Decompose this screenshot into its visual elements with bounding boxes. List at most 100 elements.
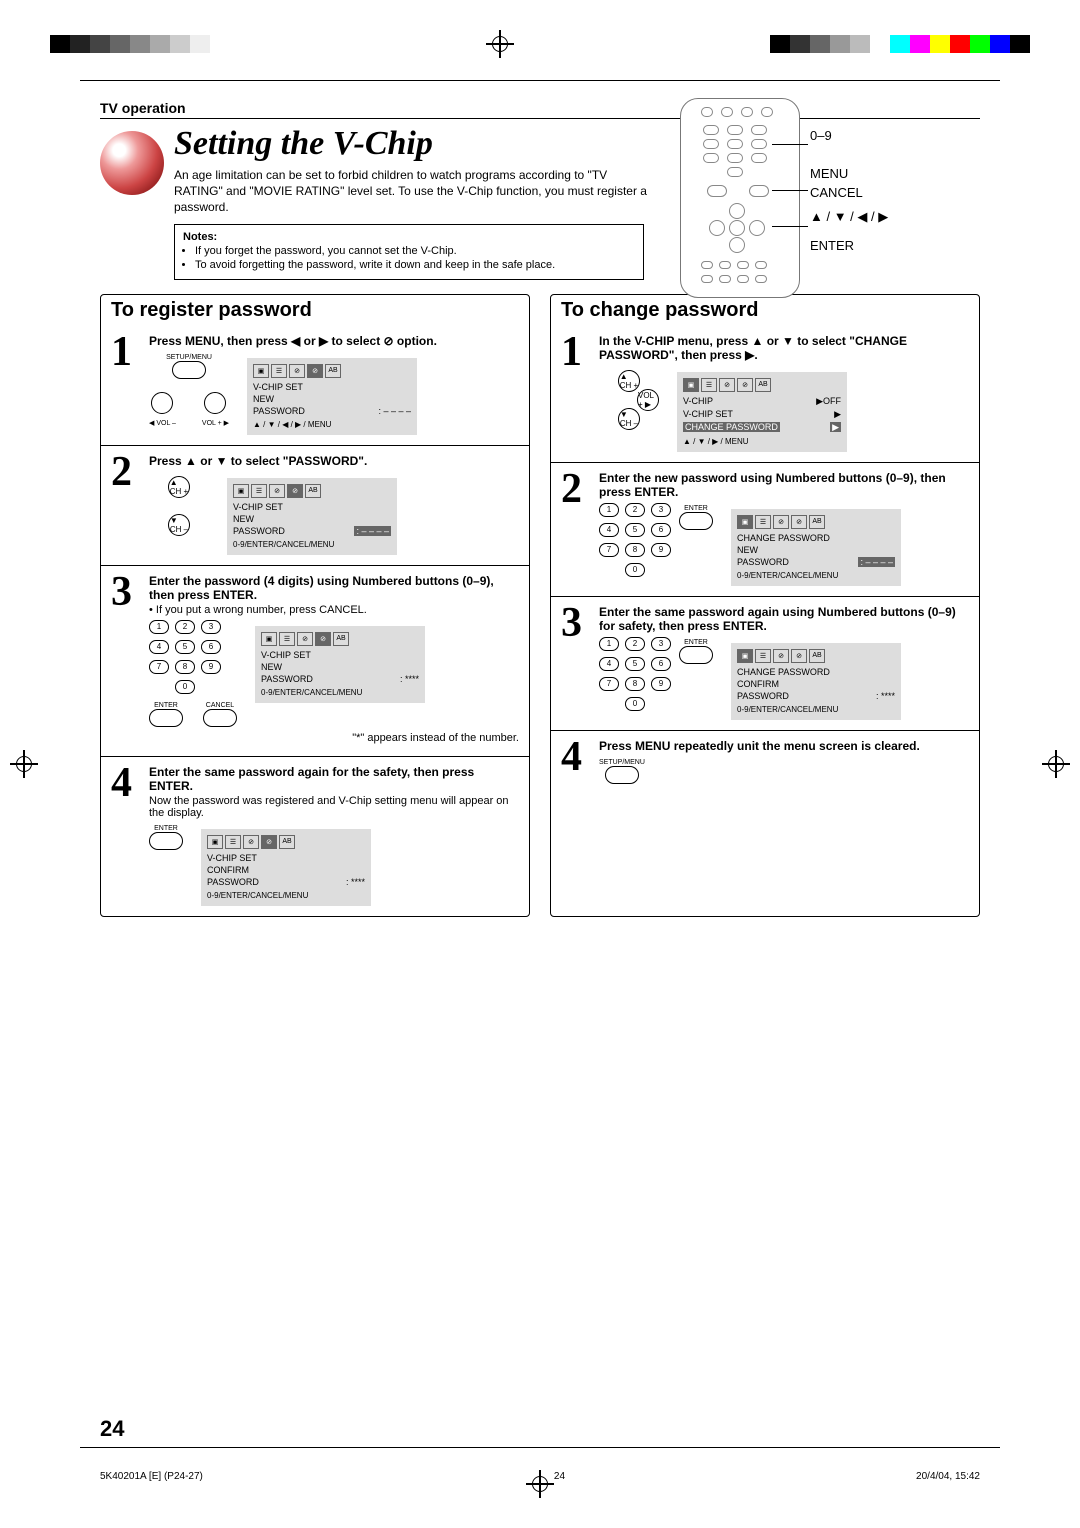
setup-menu-label: SETUP/MENU	[149, 354, 229, 361]
keypad-1: 1	[149, 620, 169, 634]
keypad-8: 8	[625, 677, 645, 691]
remote-label-cancel: CANCEL	[810, 183, 888, 203]
keypad-4: 4	[599, 523, 619, 537]
step: 3 Enter the password (4 digits) using Nu…	[101, 565, 529, 756]
keypad-4: 4	[599, 657, 619, 671]
keypad-7: 7	[599, 543, 619, 557]
cancel-button-icon	[203, 709, 237, 727]
step: 1 In the V-CHIP menu, press ▲ or ▼ to se…	[551, 326, 979, 462]
keypad-8: 8	[625, 543, 645, 557]
step-number: 1	[111, 334, 141, 372]
red-sphere-decoration	[100, 131, 164, 195]
keypad-0: 0	[625, 697, 645, 711]
osd-screen: ▣☰⊘⊘AB V-CHIP SET CONFIRMPASSWORD: **** …	[201, 829, 371, 906]
page-number: 24	[100, 1416, 124, 1442]
osd-screen: ▣☰⊘⊘AB V-CHIP SET NEWPASSWORD: – – – – 0…	[227, 478, 397, 555]
trim-line-top	[80, 80, 1000, 81]
step-instruction: Press MENU, then press ◀ or ▶ to select …	[149, 334, 437, 348]
intro-text: An age limitation can be set to forbid c…	[174, 167, 654, 216]
page-title: Setting the V-Chip	[174, 125, 654, 163]
note-item: To avoid forgetting the password, write …	[195, 259, 635, 271]
trim-line-bottom	[80, 1447, 1000, 1448]
grayscale-bars	[50, 35, 230, 53]
step: 4 Press MENU repeatedly unit the menu sc…	[551, 730, 979, 797]
step-instruction: Enter the new password using Numbered bu…	[599, 471, 946, 499]
step: 3 Enter the same password again using Nu…	[551, 596, 979, 730]
step-number: 4	[561, 739, 591, 777]
step: 2 Press ▲ or ▼ to select "PASSWORD". ▲CH…	[101, 445, 529, 565]
registration-cross-bottom-icon	[526, 1470, 554, 1498]
enter-button-icon	[149, 832, 183, 850]
remote-label-enter: ENTER	[810, 236, 888, 256]
keypad-2: 2	[175, 620, 195, 634]
register-password-column: To register password 1 Press MENU, then …	[100, 294, 530, 917]
step: 1 Press MENU, then press ◀ or ▶ to selec…	[101, 326, 529, 445]
register-heading: To register password	[101, 295, 529, 326]
keypad-6: 6	[201, 640, 221, 654]
keypad-9: 9	[201, 660, 221, 674]
keypad-6: 6	[651, 657, 671, 671]
step-instruction: Enter the password (4 digits) using Numb…	[149, 574, 494, 602]
keypad-9: 9	[651, 677, 671, 691]
vol-down-icon	[151, 392, 173, 414]
keypad-2: 2	[625, 503, 645, 517]
registration-bottom	[0, 1470, 1080, 1498]
keypad-7: 7	[599, 677, 619, 691]
remote-outline	[680, 98, 800, 298]
step-number: 3	[111, 574, 141, 612]
keypad-4: 4	[149, 640, 169, 654]
notes-heading: Notes:	[183, 231, 635, 243]
osd-screen: ▣☰⊘⊘AB V-CHIP SET NEWPASSWORD: **** 0-9/…	[255, 626, 425, 703]
remote-label-numeric: 0–9	[810, 126, 888, 146]
osd-screen: ▣☰⊘⊘AB V-CHIP SET NEWPASSWORD: – – – – ▲…	[247, 358, 417, 435]
step-instruction: Press MENU repeatedly unit the menu scre…	[599, 739, 920, 753]
keypad-1: 1	[599, 503, 619, 517]
osd-screen: ▣☰⊘⊘AB V-CHIP▶OFFV-CHIP SET▶CHANGE PASSW…	[677, 372, 847, 452]
keypad-3: 3	[201, 620, 221, 634]
keypad-0: 0	[175, 680, 195, 694]
osd-screen: ▣☰⊘⊘AB CHANGE PASSWORD NEWPASSWORD: – – …	[731, 509, 901, 586]
keypad-2: 2	[625, 637, 645, 651]
numeric-keypad: 1234567890	[599, 637, 671, 711]
keypad-5: 5	[625, 657, 645, 671]
remote-diagram: 0–9 MENU CANCEL ▲ / ▼ / ◀ / ▶ ENTER	[680, 98, 980, 303]
setup-menu-button-icon	[605, 766, 639, 784]
step-number: 2	[561, 471, 591, 509]
notes-box: Notes: If you forget the password, you c…	[174, 224, 644, 280]
enter-button-icon	[679, 512, 713, 530]
step-instruction: Press ▲ or ▼ to select "PASSWORD".	[149, 454, 367, 468]
remote-label-dpad: ▲ / ▼ / ◀ / ▶	[810, 207, 888, 227]
osd-screen: ▣☰⊘⊘AB CHANGE PASSWORD CONFIRMPASSWORD: …	[731, 643, 901, 720]
step-number: 1	[561, 334, 591, 372]
step-instruction: In the V-CHIP menu, press ▲ or ▼ to sele…	[599, 334, 907, 362]
step: 4 Enter the same password again for the …	[101, 756, 529, 916]
keypad-7: 7	[149, 660, 169, 674]
setup-menu-button-icon	[172, 361, 206, 379]
step-instruction: Enter the same password again using Numb…	[599, 605, 956, 633]
step-number: 3	[561, 605, 591, 643]
keypad-9: 9	[651, 543, 671, 557]
numeric-keypad: 123 456 7890	[149, 620, 237, 694]
note-item: If you forget the password, you cannot s…	[195, 245, 635, 257]
vol-up-icon	[204, 392, 226, 414]
enter-button-icon	[679, 646, 713, 664]
step: 2 Enter the new password using Numbered …	[551, 462, 979, 596]
enter-button-icon	[149, 709, 183, 727]
color-bars	[770, 35, 1030, 53]
keypad-8: 8	[175, 660, 195, 674]
step-number: 2	[111, 454, 141, 492]
registration-cross-right-icon	[1042, 750, 1070, 778]
keypad-0: 0	[625, 563, 645, 577]
remote-label-menu: MENU	[810, 164, 888, 184]
keypad-5: 5	[625, 523, 645, 537]
remote-label-text: 0–9 MENU CANCEL ▲ / ▼ / ◀ / ▶ ENTER	[810, 104, 888, 256]
change-password-column: To change password 1 In the V-CHIP menu,…	[550, 294, 980, 917]
dpad-icon: ▲CH + ▼CH – VOL + ▶	[599, 370, 659, 430]
registration-top	[0, 30, 1080, 58]
keypad-3: 3	[651, 503, 671, 517]
registration-cross-icon	[486, 30, 514, 58]
step-number: 4	[111, 765, 141, 803]
keypad-5: 5	[175, 640, 195, 654]
keypad-1: 1	[599, 637, 619, 651]
dpad-icon: ▲CH + ▼CH –	[149, 476, 209, 536]
